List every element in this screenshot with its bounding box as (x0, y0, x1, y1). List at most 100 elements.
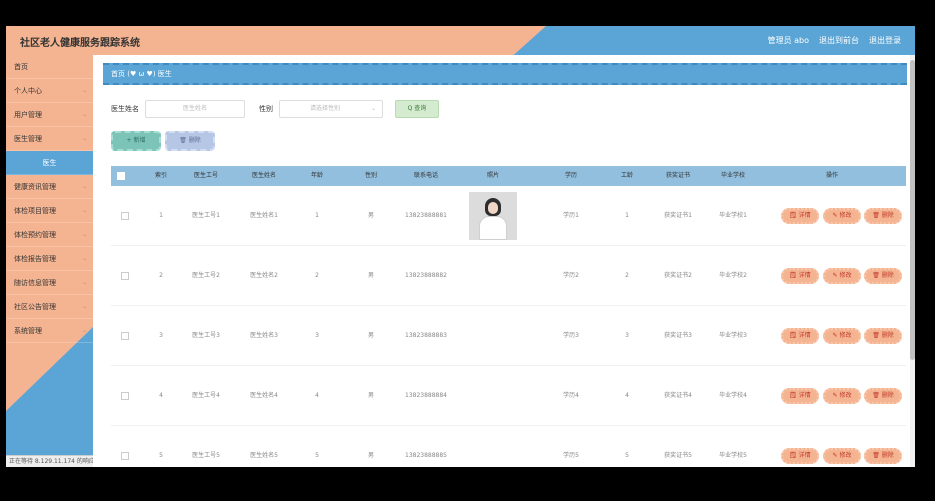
table-row: 2 医生工号2 医生姓名2 2 男 13823888882 学历2 2 获奖证书2 毕业学校2 🗒 … (111, 246, 906, 306)
edit-button[interactable]: ✎ 修改 (823, 448, 861, 464)
app-title: 社区老人健康服务跟踪系统 (20, 38, 140, 49)
detail-button[interactable]: 🗒 详情 (781, 388, 819, 404)
cell-age: 2 (315, 272, 319, 279)
cell-school: 毕业学校3 (719, 332, 747, 339)
row-checkbox[interactable] (121, 332, 129, 340)
cell-phone: 13823888883 (405, 332, 447, 339)
sidebar-item-2[interactable]: 用户管理 ⌄ (6, 103, 93, 127)
back-to-frontend-link[interactable]: 退出到前台 (819, 35, 859, 46)
sidebar-item-5[interactable]: 健康资讯管理 ⌄ (6, 175, 93, 199)
browser-status-bar: 正在等待 8.129.11.174 的响应... (6, 455, 93, 467)
scrollbar[interactable] (910, 55, 915, 467)
delete-button[interactable]: 🗑 删除 (864, 208, 902, 224)
cell-age: 4 (315, 392, 319, 399)
sidebar-item-3[interactable]: 医生管理 ⌄ (6, 127, 93, 151)
cell-edu: 学历3 (563, 332, 579, 339)
column-header: 性别 (364, 172, 377, 179)
detail-button[interactable]: 🗒 详情 (781, 208, 819, 224)
cell-edu: 学历4 (563, 392, 579, 399)
chevron-down-icon: ⌄ (81, 183, 87, 190)
column-header: 医生姓名 (251, 172, 276, 179)
column-header: 学历 (564, 172, 577, 179)
cell-no: 医生工号4 (192, 392, 220, 399)
doctor-name-input[interactable]: 医生姓名 (145, 100, 245, 118)
cell-name: 医生姓名5 (250, 452, 278, 459)
edit-button[interactable]: ✎ 修改 (823, 268, 861, 284)
sidebar-item-10[interactable]: 社区公告管理 ⌄ (6, 295, 93, 319)
gender-select-placeholder: 请选择性别 (310, 105, 341, 112)
cell-name: 医生姓名2 (250, 272, 278, 279)
sidebar-item-6[interactable]: 体检项目管理 ⌄ (6, 199, 93, 223)
cell-cert: 获奖证书2 (664, 272, 692, 279)
edit-button[interactable]: ✎ 修改 (823, 388, 861, 404)
edit-button[interactable]: ✎ 修改 (823, 208, 861, 224)
sidebar-item-label: 医生管理 (14, 135, 42, 143)
cell-phone: 13823888884 (405, 392, 447, 399)
cell-gender: 男 (367, 392, 374, 399)
table-row: 3 医生工号3 医生姓名3 3 男 13823888883 学历3 3 获奖证书3 毕业学校3 🗒 … (111, 306, 906, 366)
sidebar-subitem-doctor[interactable]: 医生 (6, 151, 93, 175)
chevron-down-icon: ⌄ (81, 111, 87, 118)
column-header: 毕业学校 (720, 172, 745, 179)
row-checkbox[interactable] (121, 212, 129, 220)
delete-button[interactable]: 🗑 删除 (864, 328, 902, 344)
query-button[interactable]: Q 查询 (395, 100, 439, 118)
gender-select[interactable]: 请选择性别 ⌄ (279, 100, 383, 118)
sidebar-item-9[interactable]: 随访信息管理 ⌄ (6, 271, 93, 295)
column-header: 医生工号 (193, 172, 218, 179)
scrollbar-thumb[interactable] (910, 60, 915, 360)
chevron-down-icon: ⌄ (81, 303, 87, 310)
cell-cert: 获奖证书4 (664, 392, 692, 399)
delete-button[interactable]: 🗑 删除 (864, 388, 902, 404)
sidebar-item-label: 随访信息管理 (14, 279, 56, 287)
sidebar-item-7[interactable]: 体检预约管理 ⌄ (6, 223, 93, 247)
batch-delete-button[interactable]: 🗑 删除 (165, 131, 215, 151)
breadcrumb-separator: (♥ ω ♥) (127, 70, 156, 78)
table-row: 4 医生工号4 医生姓名4 4 男 13823888884 学历4 4 获奖证书4 毕业学校4 🗒 … (111, 366, 906, 426)
detail-button[interactable]: 🗒 详情 (781, 448, 819, 464)
sidebar-item-label: 系统管理 (14, 327, 42, 335)
delete-button[interactable]: 🗑 删除 (864, 448, 902, 464)
detail-button[interactable]: 🗒 详情 (781, 268, 819, 284)
sidebar-item-label: 体检预约管理 (14, 231, 56, 239)
row-checkbox[interactable] (121, 272, 129, 280)
cell-no: 医生工号2 (192, 272, 220, 279)
chevron-down-icon: ⌄ (81, 279, 87, 286)
sidebar-item-1[interactable]: 个人中心 ⌄ (6, 79, 93, 103)
select-all-checkbox[interactable] (117, 172, 125, 180)
add-button[interactable]: + 新增 (111, 131, 161, 151)
cell-no: 医生工号3 (192, 332, 220, 339)
column-header: 照片 (486, 172, 499, 179)
cell-school: 毕业学校1 (719, 212, 747, 219)
sidebar-item-11[interactable]: 系统管理 ⌄ (6, 319, 93, 343)
logout-link[interactable]: 退出登录 (869, 35, 901, 46)
cell-cert: 获奖证书3 (664, 332, 692, 339)
breadcrumb: 首页 (♥ ω ♥) 医生 (103, 63, 907, 85)
cell-age: 3 (315, 332, 319, 339)
breadcrumb-current: 医生 (157, 70, 172, 78)
edit-button[interactable]: ✎ 修改 (823, 328, 861, 344)
action-buttons: + 新增 🗑 删除 (111, 131, 215, 151)
cell-no: 医生工号1 (192, 212, 220, 219)
delete-button[interactable]: 🗑 删除 (864, 268, 902, 284)
row-checkbox[interactable] (121, 452, 129, 460)
sidebar-item-label: 首页 (14, 63, 28, 71)
breadcrumb-home[interactable]: 首页 (111, 70, 125, 78)
chevron-down-icon: ⌄ (81, 207, 87, 214)
sidebar-item-label: 体检项目管理 (14, 207, 56, 215)
detail-button[interactable]: 🗒 详情 (781, 328, 819, 344)
cell-school: 毕业学校2 (719, 272, 747, 279)
sidebar-item-label: 用户管理 (14, 111, 42, 119)
cell-phone: 13823888885 (405, 452, 447, 459)
cell-phone: 13823888881 (405, 212, 447, 219)
sidebar-item-8[interactable]: 体检报告管理 ⌄ (6, 247, 93, 271)
sidebar-item-0[interactable]: 首页 (6, 55, 93, 79)
row-checkbox[interactable] (121, 392, 129, 400)
cell-edu: 学历2 (563, 272, 579, 279)
admin-user-link[interactable]: 管理员 abo (768, 35, 809, 46)
main-content: 首页 (♥ ω ♥) 医生 医生姓名 医生姓名 性别 请选择性别 ⌄ Q 查询 … (93, 55, 915, 467)
cell-cert: 获奖证书5 (664, 452, 692, 459)
sidebar-item-label: 健康资讯管理 (14, 183, 56, 191)
column-header: 获奖证书 (665, 172, 690, 179)
doctor-photo[interactable] (469, 192, 517, 240)
